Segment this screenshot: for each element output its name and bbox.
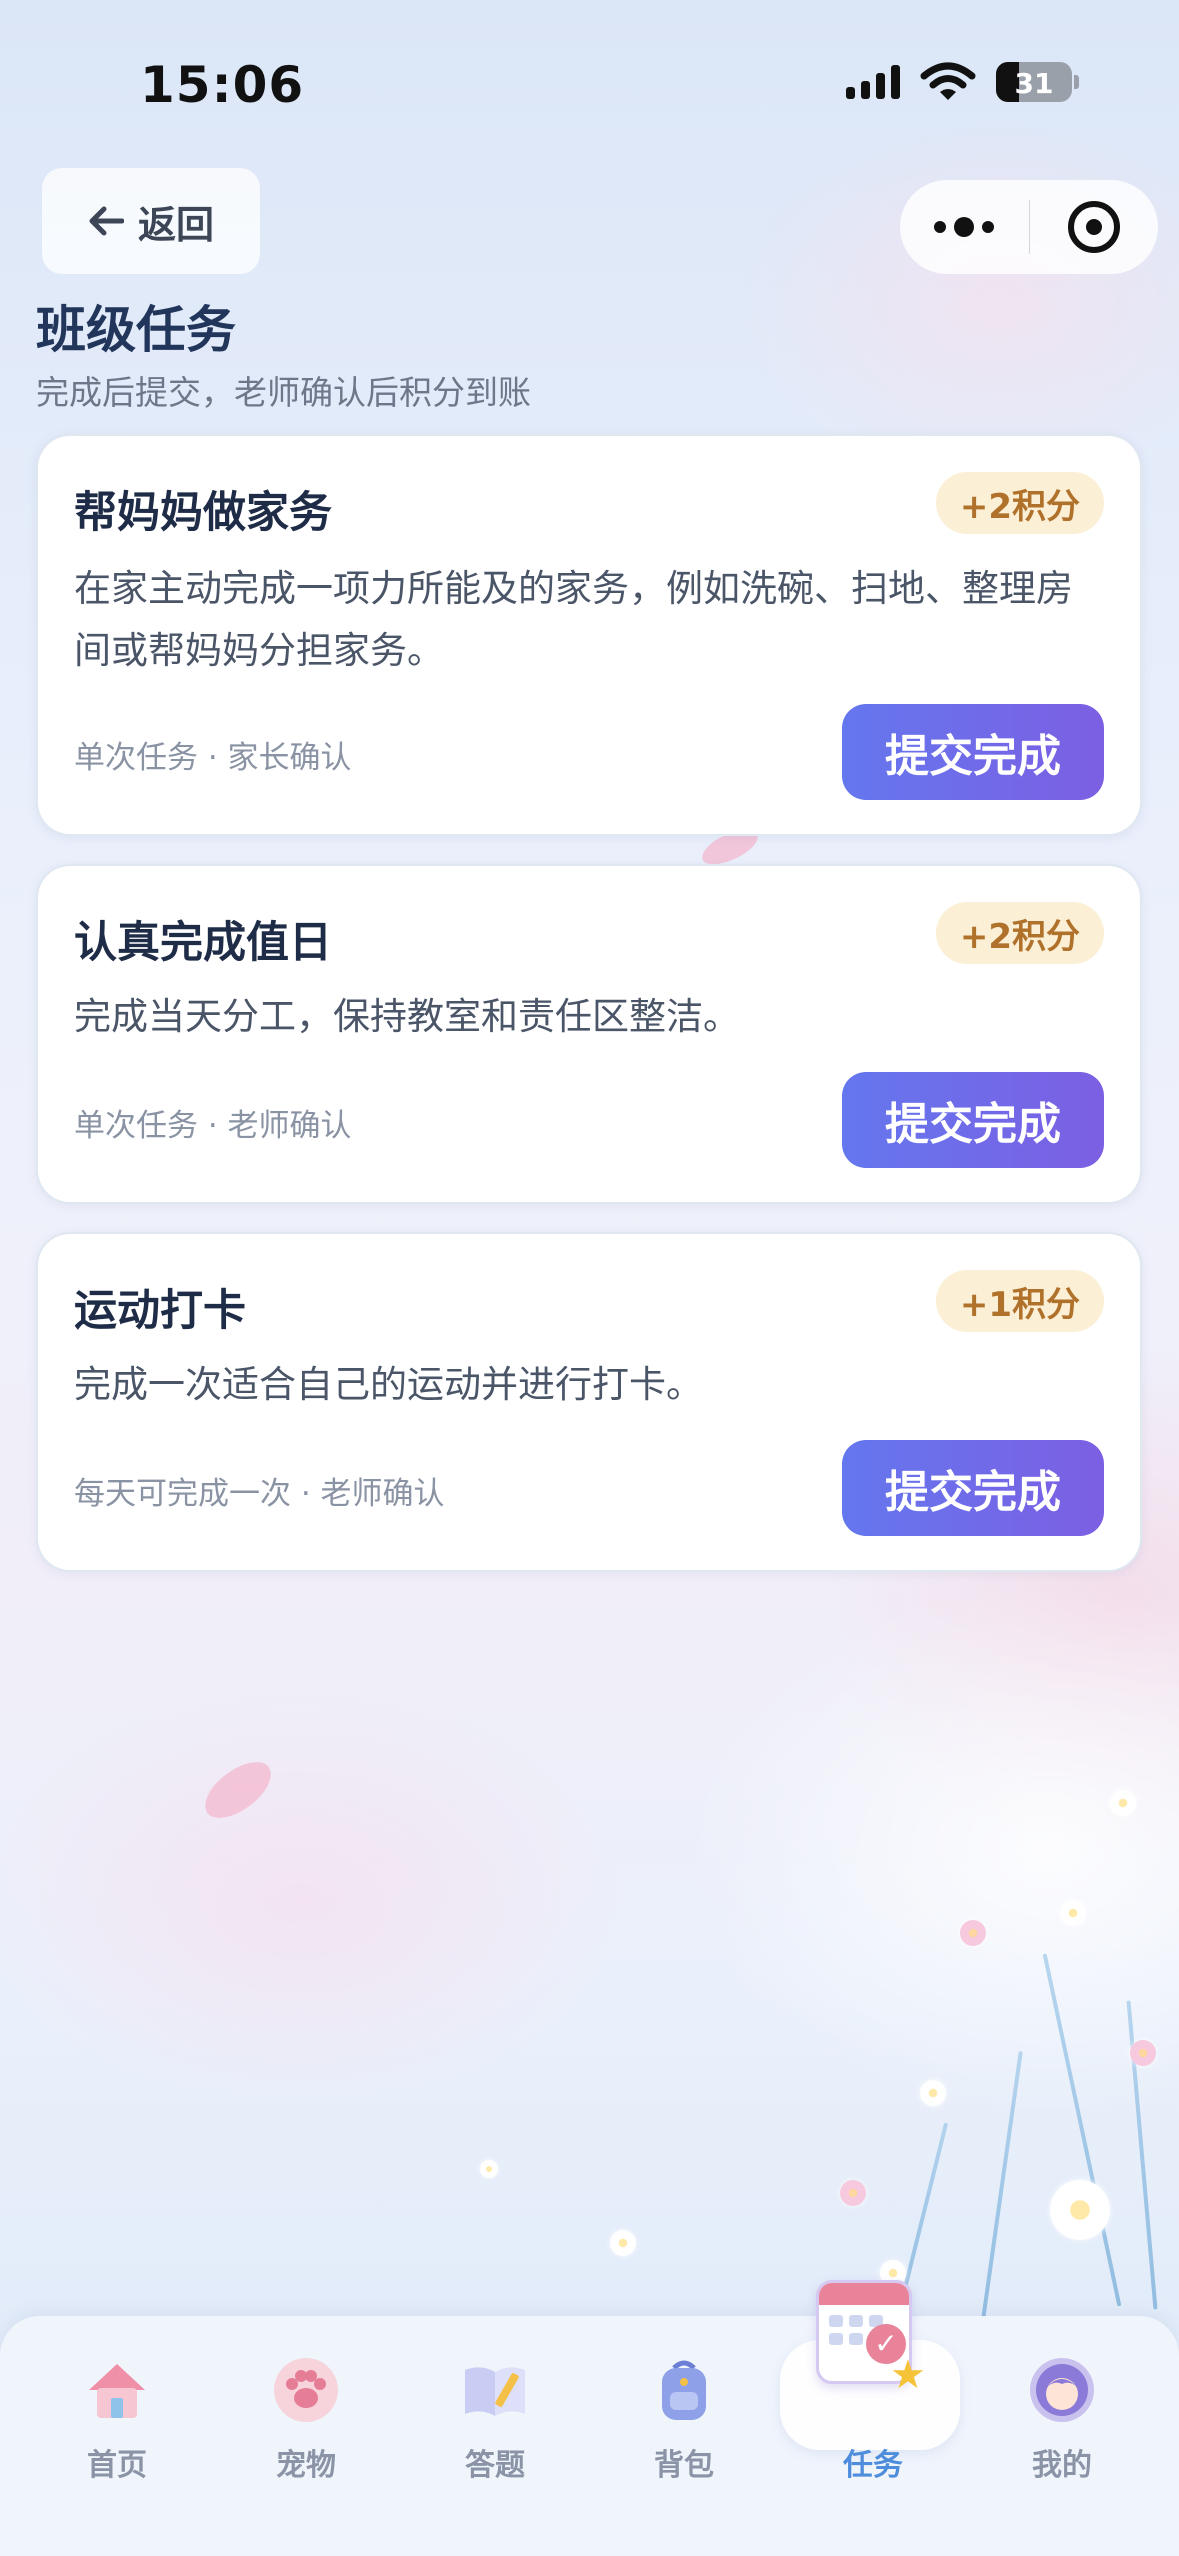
more-options-button[interactable] <box>900 217 1029 237</box>
task-meta: 单次任务 · 老师确认 <box>74 1108 352 1144</box>
tab-label: 任务 <box>843 2448 903 2483</box>
paw-icon <box>274 2358 338 2422</box>
battery-level: 31 <box>1014 67 1054 100</box>
task-title: 帮妈妈做家务 <box>74 488 332 538</box>
back-button[interactable]: 返回 <box>42 168 260 274</box>
background-petal <box>195 1753 281 1827</box>
book-pencil-icon <box>465 2367 525 2416</box>
tab-label: 我的 <box>1032 2448 1092 2483</box>
points-badge: +1积分 <box>935 1270 1104 1332</box>
arrow-left-icon <box>89 206 124 236</box>
task-description: 完成当天分工，保持教室和责任区整洁。 <box>74 995 740 1038</box>
background-flower <box>1060 1900 1086 1926</box>
back-label: 返回 <box>137 202 214 247</box>
tab-label: 宠物 <box>276 2448 336 2483</box>
background-flower <box>920 2080 946 2106</box>
page-subtitle: 完成后提交，老师确认后积分到账 <box>36 373 531 412</box>
tab-label: 背包 <box>654 2448 714 2483</box>
background-stem <box>981 2051 1023 2319</box>
close-miniprogram-button[interactable] <box>1030 201 1159 253</box>
background-flower <box>960 1920 986 1946</box>
tab-quiz[interactable]: 答题 <box>400 2316 590 2556</box>
star-icon: ★ <box>890 2352 926 2398</box>
task-description: 完成一次适合自己的运动并进行打卡。 <box>74 1363 703 1406</box>
status-icons: 31 <box>846 62 1079 102</box>
house-icon <box>89 2364 145 2418</box>
signal-icon <box>846 65 900 99</box>
task-meta: 单次任务 · 家长确认 <box>74 740 352 776</box>
page-title: 班级任务 <box>36 301 236 359</box>
target-icon <box>1067 201 1120 253</box>
points-badge: +2积分 <box>935 472 1104 534</box>
background-flower <box>610 2230 636 2256</box>
status-time: 15:06 <box>140 56 305 114</box>
points-badge: +2积分 <box>935 902 1104 964</box>
tab-pet[interactable]: 宠物 <box>211 2316 401 2556</box>
submit-complete-button[interactable]: 提交完成 <box>842 1072 1104 1168</box>
task-title: 运动打卡 <box>74 1286 246 1336</box>
wifi-icon <box>920 62 976 100</box>
tab-home[interactable]: 首页 <box>22 2316 212 2556</box>
tab-label: 答题 <box>465 2448 525 2483</box>
background-flower <box>1130 2040 1156 2066</box>
task-card: 帮妈妈做家务 +2积分 在家主动完成一项力所能及的家务，例如洗碗、扫地、整理房间… <box>36 434 1142 836</box>
background-flower <box>480 2160 498 2178</box>
tab-mine[interactable]: 我的 <box>967 2316 1157 2556</box>
background-flower <box>1110 1790 1136 1816</box>
task-title: 认真完成值日 <box>74 918 332 968</box>
task-card: 认真完成值日 +2积分 完成当天分工，保持教室和责任区整洁。 单次任务 · 老师… <box>36 864 1142 1204</box>
tab-backpack[interactable]: 背包 <box>589 2316 779 2556</box>
battery-icon: 31 <box>996 62 1072 102</box>
task-card: 运动打卡 +1积分 完成一次适合自己的运动并进行打卡。 每天可完成一次 · 老师… <box>36 1232 1142 1572</box>
miniprogram-capsule <box>900 180 1158 274</box>
background-flower <box>1050 2180 1110 2240</box>
avatar-icon <box>1030 2358 1094 2422</box>
backpack-icon <box>662 2360 706 2420</box>
submit-complete-button[interactable]: 提交完成 <box>842 1440 1104 1536</box>
task-meta: 每天可完成一次 · 老师确认 <box>74 1476 445 1512</box>
tab-bar: 首页 宠物 答题 背包 我的 <box>0 2316 1179 2556</box>
background-stem <box>1042 1953 1122 2307</box>
tab-label: 首页 <box>87 2448 147 2483</box>
task-description: 在家主动完成一项力所能及的家务，例如洗碗、扫地、整理房间或帮妈妈分担家务。 <box>74 567 1073 672</box>
background-flower <box>840 2180 866 2206</box>
submit-complete-button[interactable]: 提交完成 <box>842 704 1104 800</box>
